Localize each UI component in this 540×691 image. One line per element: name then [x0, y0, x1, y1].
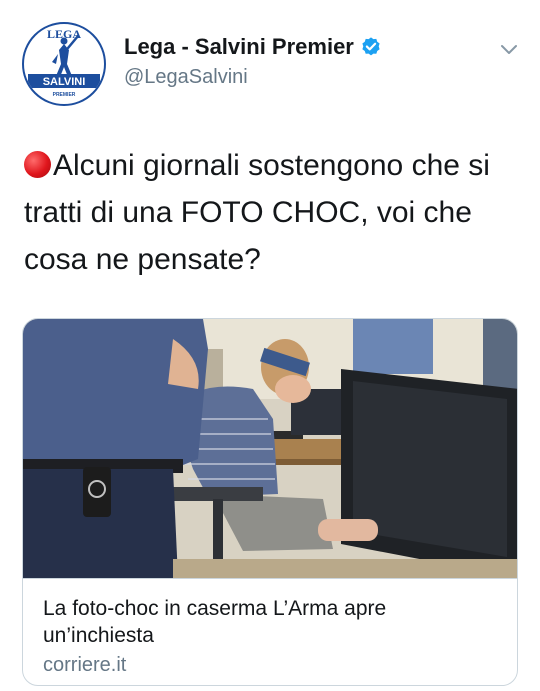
avatar-sub-text: PREMIER [53, 92, 76, 98]
verified-badge-icon [360, 36, 382, 58]
chevron-down-icon[interactable] [496, 36, 522, 62]
card-title[interactable]: La foto-choc in caserma L’Arma apre un’i… [43, 595, 499, 649]
card-domain[interactable]: corriere.it [43, 654, 499, 677]
card-image[interactable] [23, 319, 517, 578]
author-names: Lega - Salvini Premier @LegaSalvini [124, 34, 382, 89]
author-display-name-row[interactable]: Lega - Salvini Premier [124, 34, 382, 60]
avatar[interactable]: SALVINI PREMIER LEGA [22, 22, 106, 106]
tweet-header: SALVINI PREMIER LEGA Lega - Salvini Prem… [22, 22, 522, 106]
author-handle[interactable]: @LegaSalvini [124, 66, 382, 89]
avatar-top-text: LEGA [47, 27, 81, 41]
red-circle-icon [24, 151, 51, 178]
tweet-text-block: Alcuni giornali sostengono che si tratti… [24, 142, 520, 283]
tweet: SALVINI PREMIER LEGA Lega - Salvini Prem… [0, 0, 540, 691]
link-card[interactable]: La foto-choc in caserma L’Arma apre un’i… [22, 318, 518, 686]
author-display-name[interactable]: Lega - Salvini Premier [124, 34, 354, 60]
tweet-text: Alcuni giornali sostengono che si tratti… [24, 149, 490, 276]
card-body[interactable]: La foto-choc in caserma L’Arma apre un’i… [23, 578, 517, 685]
avatar-band-text: SALVINI [43, 76, 86, 88]
